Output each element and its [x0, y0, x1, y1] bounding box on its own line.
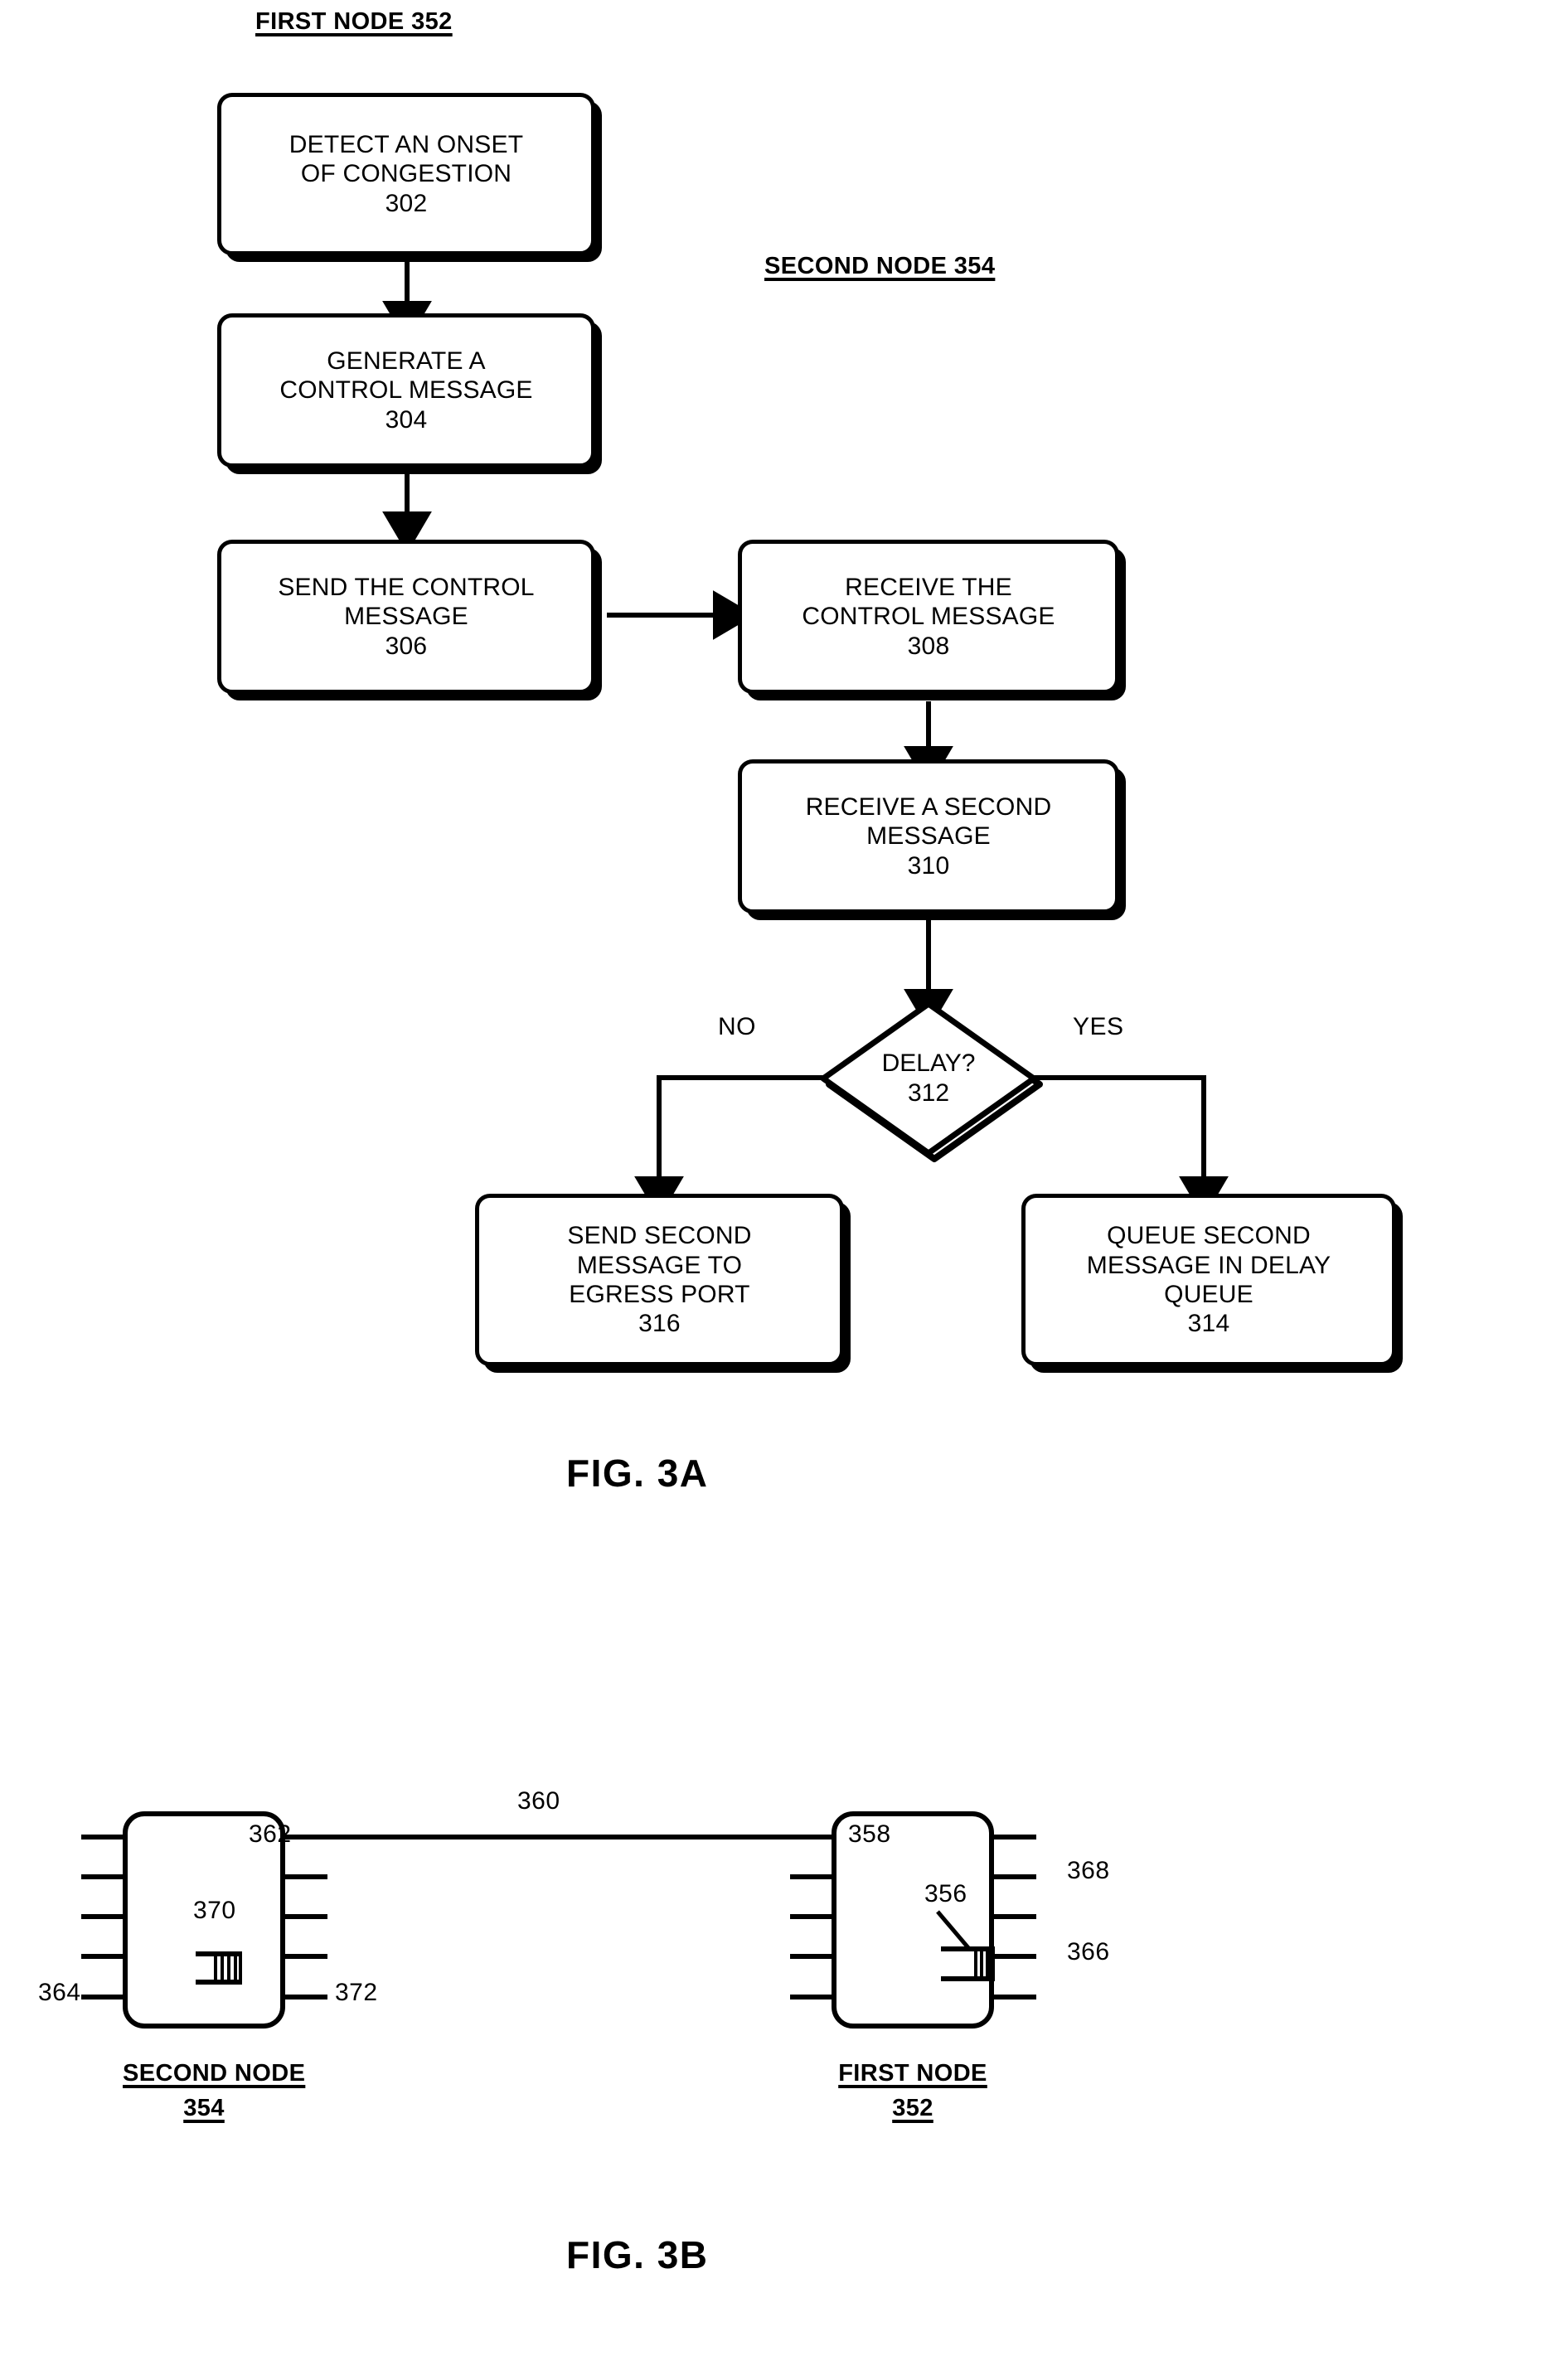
port-left-3-second-node [81, 1914, 128, 1919]
device-ref-362: 362 [249, 1820, 292, 1848]
arrow-312-no-to-316 [634, 1075, 824, 1219]
flow-node-314: QUEUE SECOND MESSAGE IN DELAY QUEUE 314 [1021, 1194, 1396, 1366]
flow-node-308: RECEIVE THE CONTROL MESSAGE 308 [738, 540, 1119, 694]
port-left-5-first-node [790, 1995, 836, 1999]
flow-node-302: DETECT AN ONSET OF CONGESTION 302 [217, 93, 595, 255]
port-right-2-first-node [990, 1874, 1036, 1879]
flow-node-314-text: QUEUE SECOND MESSAGE IN DELAY QUEUE 314 [1086, 1222, 1331, 1338]
device-caption-second-node: SECOND NODE 354 [123, 2056, 306, 2126]
flow-node-316-text: SEND SECOND MESSAGE TO EGRESS PORT 316 [567, 1222, 752, 1338]
flow-node-310: RECEIVE A SECOND MESSAGE 310 [738, 759, 1119, 914]
bus-ref-372: 372 [335, 1979, 378, 2006]
flow-node-306: SEND THE CONTROL MESSAGE 306 [217, 540, 595, 694]
flow-node-304-text: GENERATE A CONTROL MESSAGE 304 [279, 347, 533, 434]
patent-figure-sheet: FIRST NODE 352 SECOND NODE 354 DETECT AN… [0, 0, 1542, 2380]
port-right-4-second-node [281, 1954, 327, 1959]
device-caption-second-node-line1: SECOND NODE [123, 2060, 306, 2087]
port-right-3-second-node [281, 1914, 327, 1919]
flow-node-312-decision: DELAY? 312 [817, 997, 1043, 1162]
delay-queue-icon-356 [926, 1907, 1034, 2004]
flow-node-316: SEND SECOND MESSAGE TO EGRESS PORT 316 [475, 1194, 844, 1366]
port-right-1-first-node [990, 1835, 1036, 1840]
group-label-first-node: FIRST NODE 352 [255, 8, 453, 35]
port-ref-366: 366 [1067, 1938, 1110, 1966]
flow-node-302-text: DETECT AN ONSET OF CONGESTION 302 [289, 130, 524, 217]
device-caption-first-node-line2: 352 [892, 2095, 933, 2122]
port-left-4-first-node [790, 1954, 836, 1959]
port-right-5-second-node [281, 1995, 327, 1999]
port-ref-368: 368 [1067, 1857, 1110, 1884]
queue-ref-356: 356 [924, 1880, 967, 1907]
figure-caption-3a: FIG. 3A [566, 1452, 709, 1495]
flow-node-310-text: RECEIVE A SECOND MESSAGE 310 [805, 793, 1052, 880]
queue-ref-370: 370 [193, 1897, 236, 1924]
flow-node-306-text: SEND THE CONTROL MESSAGE 306 [278, 573, 535, 660]
flow-node-304: GENERATE A CONTROL MESSAGE 304 [217, 313, 595, 468]
figure-caption-3b: FIG. 3B [566, 2233, 709, 2276]
device-ref-358: 358 [848, 1820, 891, 1848]
port-left-3-first-node [790, 1914, 836, 1919]
link-ref-360: 360 [517, 1787, 560, 1815]
device-caption-second-node-line2: 354 [183, 2095, 225, 2122]
port-left-1-second-node [81, 1835, 128, 1840]
port-left-4-second-node [81, 1954, 128, 1959]
port-right-2-second-node [281, 1874, 327, 1879]
device-caption-first-node: FIRST NODE 352 [832, 2056, 994, 2126]
arrow-312-yes-to-314 [1033, 1075, 1229, 1219]
port-left-2-first-node [790, 1874, 836, 1879]
port-left-2-second-node [81, 1874, 128, 1879]
group-label-second-node: SECOND NODE 354 [764, 253, 996, 279]
delay-queue-icon-370 [196, 1950, 244, 1986]
port-left-5-second-node [81, 1995, 128, 1999]
flow-node-308-text: RECEIVE THE CONTROL MESSAGE 308 [802, 573, 1055, 660]
device-caption-first-node-line1: FIRST NODE [838, 2060, 987, 2087]
bus-ref-364: 364 [38, 1979, 81, 2006]
port-left-1-first-node [790, 1835, 836, 1840]
link-line-360 [285, 1835, 835, 1840]
branch-label-yes: YES [1073, 1013, 1124, 1040]
branch-label-no: NO [718, 1013, 756, 1040]
